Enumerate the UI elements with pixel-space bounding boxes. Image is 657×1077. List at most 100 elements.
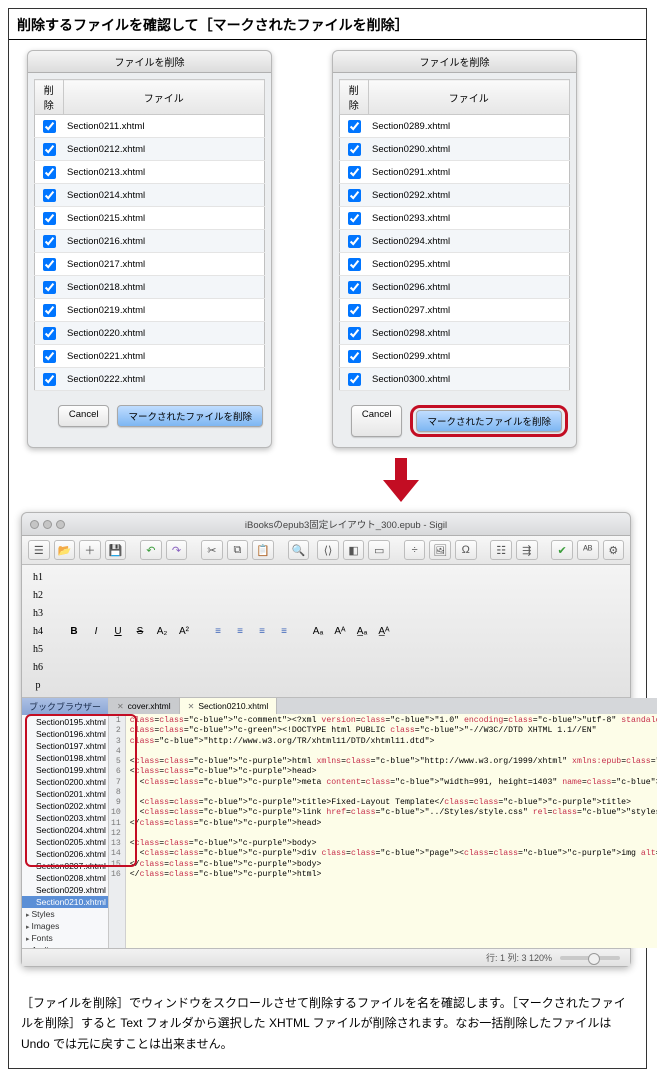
delete-checkbox[interactable] xyxy=(348,120,361,133)
table-row[interactable]: Section0212.xhtml xyxy=(35,138,265,161)
file-item-selected[interactable]: Section0210.xhtml xyxy=(22,896,108,908)
heading-h2-button[interactable]: h2 xyxy=(28,586,48,604)
file-item[interactable]: Section0206.xhtml xyxy=(22,848,108,860)
table-row[interactable]: Section0217.xhtml xyxy=(35,253,265,276)
heading-h5-button[interactable]: h5 xyxy=(28,640,48,658)
delete-checkbox[interactable] xyxy=(348,327,361,340)
delete-checkbox[interactable] xyxy=(348,304,361,317)
table-row[interactable]: Section0296.xhtml xyxy=(340,276,570,299)
lowercase-icon[interactable]: Aₐ xyxy=(308,622,328,640)
file-item[interactable]: Section0198.xhtml xyxy=(22,752,108,764)
col-delete[interactable]: 削除 xyxy=(340,80,369,115)
zoom-slider[interactable] xyxy=(560,956,620,960)
delete-checkbox[interactable] xyxy=(43,350,56,363)
file-item[interactable]: Section0195.xhtml xyxy=(22,716,108,728)
col-file[interactable]: ファイル xyxy=(63,80,265,115)
delete-checkbox[interactable] xyxy=(348,235,361,248)
align-left-icon[interactable]: ≡ xyxy=(208,622,228,640)
table-row[interactable]: Section0295.xhtml xyxy=(340,253,570,276)
metadata-icon[interactable]: ☷ xyxy=(490,540,512,560)
table-row[interactable]: Section0222.xhtml xyxy=(35,368,265,391)
delete-checkbox[interactable] xyxy=(348,373,361,386)
file-item[interactable]: Section0201.xhtml xyxy=(22,788,108,800)
validate-icon[interactable]: ✔ xyxy=(551,540,573,560)
delete-checkbox[interactable] xyxy=(43,373,56,386)
file-item[interactable]: Section0204.xhtml xyxy=(22,824,108,836)
underline-icon[interactable]: U xyxy=(108,622,128,640)
undo-icon[interactable]: ↶ xyxy=(140,540,162,560)
delete-checkbox[interactable] xyxy=(43,304,56,317)
table-row[interactable]: Section0220.xhtml xyxy=(35,322,265,345)
table-row[interactable]: Section0221.xhtml xyxy=(35,345,265,368)
col-delete[interactable]: 削除 xyxy=(35,80,64,115)
delete-checkbox[interactable] xyxy=(348,281,361,294)
heading-h3-button[interactable]: h3 xyxy=(28,604,48,622)
file-item[interactable]: Section0205.xhtml xyxy=(22,836,108,848)
file-item[interactable]: Section0202.xhtml xyxy=(22,800,108,812)
delete-checkbox[interactable] xyxy=(348,212,361,225)
table-row[interactable]: Section0294.xhtml xyxy=(340,230,570,253)
table-row[interactable]: Section0213.xhtml xyxy=(35,161,265,184)
close-icon[interactable]: ✕ xyxy=(117,702,124,711)
strike-icon[interactable]: S xyxy=(130,622,150,640)
delete-marked-button[interactable]: マークされたファイルを削除 xyxy=(117,405,263,427)
file-item[interactable]: Section0203.xhtml xyxy=(22,812,108,824)
code-editor[interactable]: class=class="c-blue">"c-comment"><?xml v… xyxy=(126,714,657,948)
copy-icon[interactable]: ⧉ xyxy=(227,540,249,560)
table-row[interactable]: Section0215.xhtml xyxy=(35,207,265,230)
paste-icon[interactable]: 📋 xyxy=(252,540,274,560)
file-item[interactable]: Section0200.xhtml xyxy=(22,776,108,788)
table-row[interactable]: Section0214.xhtml xyxy=(35,184,265,207)
file-item[interactable]: Section0208.xhtml xyxy=(22,872,108,884)
new-icon[interactable]: ☰ xyxy=(28,540,50,560)
titlecase-icon[interactable]: A̲ₐ xyxy=(352,622,372,640)
folder-item[interactable]: Styles xyxy=(22,908,108,920)
code-view-icon[interactable]: ⟨⟩ xyxy=(317,540,339,560)
superscript-icon[interactable]: A² xyxy=(174,622,194,640)
subscript-icon[interactable]: A₂ xyxy=(152,622,172,640)
insert-char-icon[interactable]: Ω xyxy=(455,540,477,560)
table-row[interactable]: Section0216.xhtml xyxy=(35,230,265,253)
delete-checkbox[interactable] xyxy=(43,258,56,271)
table-row[interactable]: Section0291.xhtml xyxy=(340,161,570,184)
table-row[interactable]: Section0219.xhtml xyxy=(35,299,265,322)
file-item[interactable]: Section0197.xhtml xyxy=(22,740,108,752)
folder-item[interactable]: Audio xyxy=(22,944,108,948)
delete-marked-button[interactable]: マークされたファイルを削除 xyxy=(416,410,562,432)
table-row[interactable]: Section0293.xhtml xyxy=(340,207,570,230)
file-item[interactable]: Section0209.xhtml xyxy=(22,884,108,896)
doc-tab-active[interactable]: ✕Section0210.xhtml xyxy=(180,698,278,714)
align-right-icon[interactable]: ≡ xyxy=(252,622,272,640)
align-center-icon[interactable]: ≡ xyxy=(230,622,250,640)
heading-h4-button[interactable]: h4 xyxy=(28,622,48,640)
book-view-icon[interactable]: ▭ xyxy=(368,540,390,560)
cancel-button[interactable]: Cancel xyxy=(58,405,110,427)
capitalize-icon[interactable]: A̲ᴬ xyxy=(374,622,394,640)
delete-checkbox[interactable] xyxy=(43,327,56,340)
add-icon[interactable]: ＋ xyxy=(79,540,101,560)
book-browser-list[interactable]: Section0195.xhtmlSection0196.xhtmlSectio… xyxy=(22,715,108,948)
delete-checkbox[interactable] xyxy=(348,258,361,271)
align-justify-icon[interactable]: ≡ xyxy=(274,622,294,640)
spellcheck-icon[interactable]: ᴬᴮ xyxy=(577,540,599,560)
delete-checkbox[interactable] xyxy=(43,120,56,133)
delete-checkbox[interactable] xyxy=(43,166,56,179)
table-row[interactable]: Section0292.xhtml xyxy=(340,184,570,207)
table-row[interactable]: Section0211.xhtml xyxy=(35,115,265,138)
uppercase-icon[interactable]: Aᴬ xyxy=(330,622,350,640)
heading-h1-button[interactable]: h1 xyxy=(28,568,48,586)
col-file[interactable]: ファイル xyxy=(368,80,570,115)
delete-checkbox[interactable] xyxy=(43,189,56,202)
heading-p-button[interactable]: p xyxy=(28,676,48,694)
table-row[interactable]: Section0290.xhtml xyxy=(340,138,570,161)
cancel-button[interactable]: Cancel xyxy=(351,405,403,437)
delete-checkbox[interactable] xyxy=(348,350,361,363)
table-row[interactable]: Section0300.xhtml xyxy=(340,368,570,391)
settings-icon[interactable]: ⚙ xyxy=(603,540,625,560)
table-row[interactable]: Section0299.xhtml xyxy=(340,345,570,368)
file-item[interactable]: Section0196.xhtml xyxy=(22,728,108,740)
file-item[interactable]: Section0207.xhtml xyxy=(22,860,108,872)
delete-checkbox[interactable] xyxy=(43,212,56,225)
cut-icon[interactable]: ✂ xyxy=(201,540,223,560)
delete-checkbox[interactable] xyxy=(348,166,361,179)
